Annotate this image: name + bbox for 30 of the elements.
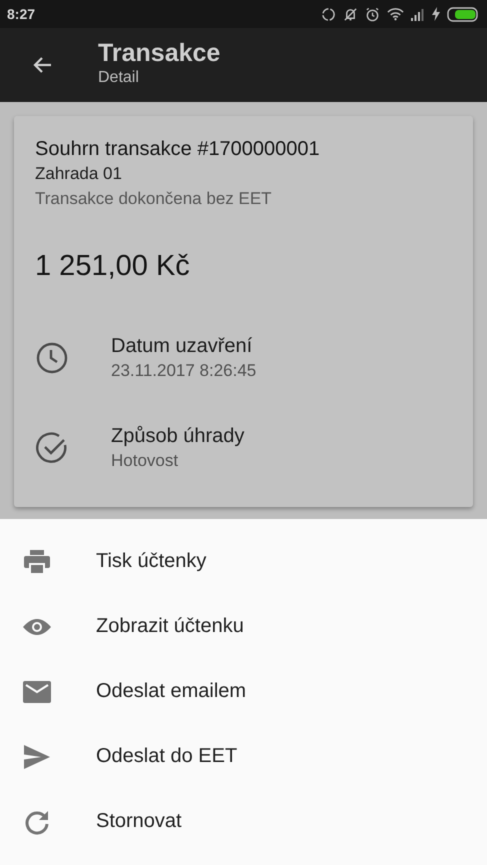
- clock-icon: [35, 341, 69, 375]
- transaction-title: Souhrn transakce #1700000001: [35, 137, 321, 162]
- check-circle-icon: [35, 431, 69, 465]
- refresh-icon: [24, 808, 50, 834]
- send-icon: [24, 744, 50, 768]
- eye-icon: [22, 616, 52, 636]
- detail-label: Způsob úhrady: [111, 424, 244, 449]
- detail-value: Hotovost: [111, 450, 180, 472]
- sheet-menu-item[interactable]: Odeslat do EET: [0, 724, 487, 789]
- wifi-icon: [387, 7, 404, 21]
- printer-icon: [23, 548, 51, 574]
- amount: 1 251,00 Kč: [35, 250, 191, 283]
- status-time: 8:27: [7, 6, 36, 22]
- screen-subtitle: Detail: [98, 68, 140, 88]
- alarm-icon: [365, 6, 380, 22]
- battery-icon: [447, 6, 479, 22]
- sheet-menu-item[interactable]: Tisk účtenky: [0, 529, 487, 594]
- sheet-menu-item[interactable]: Stornovat: [0, 789, 487, 854]
- muted-bell-icon: [343, 6, 358, 22]
- sheet-menu-item[interactable]: Zobrazit účtenku: [0, 594, 487, 659]
- envelope-icon: [23, 680, 51, 702]
- sync-icon: [321, 6, 336, 22]
- sheet-menu-item[interactable]: Odeslat emailem: [0, 659, 487, 724]
- screen-title: Transakce: [98, 38, 220, 68]
- charging-icon: [432, 7, 440, 21]
- transaction-state: Transakce dokončena bez EET: [35, 188, 273, 210]
- detail-value: 23.11.2017 8:26:45: [111, 360, 256, 382]
- detail-label: Datum uzavření: [111, 334, 254, 359]
- place-name: Zahrada 01: [35, 163, 123, 185]
- signal-icon: [411, 8, 425, 20]
